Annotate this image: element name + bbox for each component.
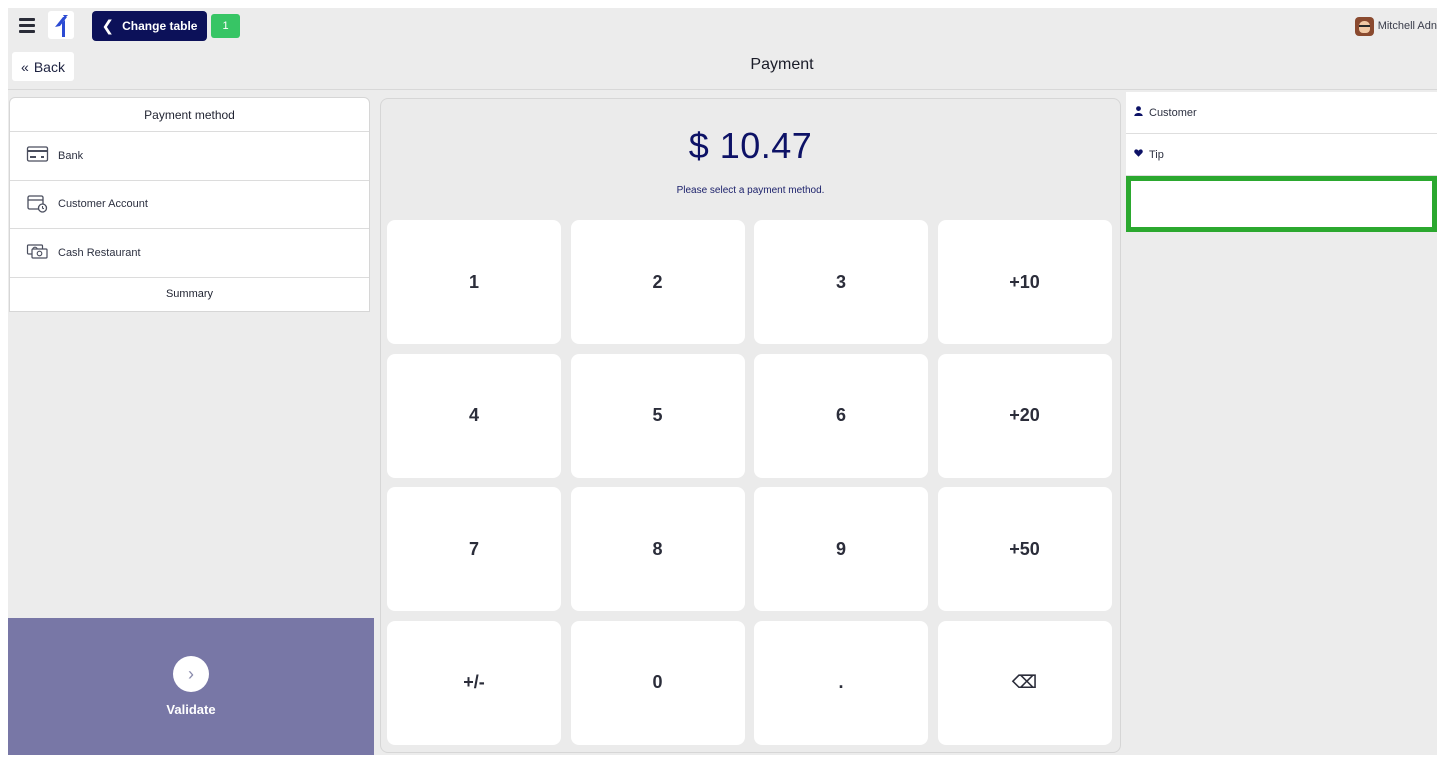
double-chevron-left-icon: « (21, 58, 29, 75)
bank-card-icon (26, 144, 49, 167)
payment-prompt: Please select a payment method. (676, 185, 825, 196)
page-title: Payment (750, 56, 814, 73)
payment-method-heading: Payment method (10, 98, 369, 132)
key-8[interactable]: 8 (570, 487, 745, 611)
order-count-badge[interactable]: 1 (211, 14, 240, 38)
numeric-keypad: 1 2 3 +10 4 5 6 +20 7 8 9 +50 +/- 0 . ⌫ (387, 220, 1114, 745)
payment-method-label: Customer Account (58, 198, 148, 211)
customer-account-icon (26, 193, 49, 216)
key-6[interactable]: 6 (754, 353, 928, 478)
payment-method-label: Bank (58, 149, 84, 162)
key-0[interactable]: 0 (570, 620, 745, 745)
menu-icon[interactable] (19, 18, 35, 33)
payment-method-customer-account[interactable]: Customer Account (10, 181, 369, 229)
key-4[interactable]: 4 (387, 353, 561, 478)
cash-icon (26, 241, 49, 264)
key-plus-50[interactable]: +50 (937, 487, 1112, 611)
key-plus-10[interactable]: +10 (937, 220, 1112, 344)
app-logo (48, 11, 74, 39)
payment-amount: $ 10.47 (688, 125, 813, 166)
key-1[interactable]: 1 (387, 220, 561, 344)
avatar (1354, 16, 1374, 36)
key-plus-20[interactable]: +20 (937, 353, 1112, 478)
key-3[interactable]: 3 (754, 220, 928, 344)
chevron-right-icon: › (173, 656, 209, 692)
user-menu[interactable]: Mitchell Adn (1354, 16, 1437, 36)
back-label: Back (33, 58, 65, 75)
divider (8, 89, 1437, 90)
backspace-key[interactable]: ⌫ (937, 620, 1112, 745)
key-decimal[interactable]: . (754, 620, 928, 745)
customer-button[interactable]: Customer (1126, 92, 1437, 134)
key-5[interactable]: 5 (570, 353, 745, 478)
payment-keypad-panel: $ 10.47 Please select a payment method. … (380, 98, 1121, 753)
key-2[interactable]: 2 (570, 220, 745, 344)
tip-button[interactable]: Tip (1126, 134, 1437, 176)
validate-label: Validate (166, 702, 216, 717)
heart-icon (1134, 148, 1143, 161)
user-name: Mitchell Adn (1377, 20, 1437, 32)
user-icon (1134, 106, 1143, 119)
pos-app: ❮ Change table 1 Mitchell Adn « Back Pay… (8, 8, 1437, 755)
payment-method-label: Cash Restaurant (58, 246, 141, 259)
key-7[interactable]: 7 (387, 487, 561, 611)
top-bar: ❮ Change table 1 Mitchell Adn (8, 8, 1437, 44)
change-table-label: Change table (122, 19, 198, 33)
payment-method-panel: Payment method Bank Customer Account Cas… (9, 97, 370, 312)
customer-label: Customer (1149, 106, 1197, 119)
payment-method-bank[interactable]: Bank (10, 132, 369, 181)
key-9[interactable]: 9 (754, 487, 928, 611)
back-button[interactable]: « Back (12, 52, 74, 81)
summary-button[interactable]: Summary (10, 278, 369, 311)
highlighted-empty-field[interactable] (1126, 176, 1437, 232)
change-table-button[interactable]: ❮ Change table (92, 11, 207, 41)
tip-label: Tip (1149, 148, 1164, 161)
chevron-left-icon: ❮ (101, 17, 115, 35)
payment-method-cash-restaurant[interactable]: Cash Restaurant (10, 229, 369, 278)
key-plus-minus[interactable]: +/- (387, 620, 561, 745)
validate-button[interactable]: › Validate (8, 618, 374, 755)
order-options-panel: Customer Tip (1126, 92, 1437, 232)
